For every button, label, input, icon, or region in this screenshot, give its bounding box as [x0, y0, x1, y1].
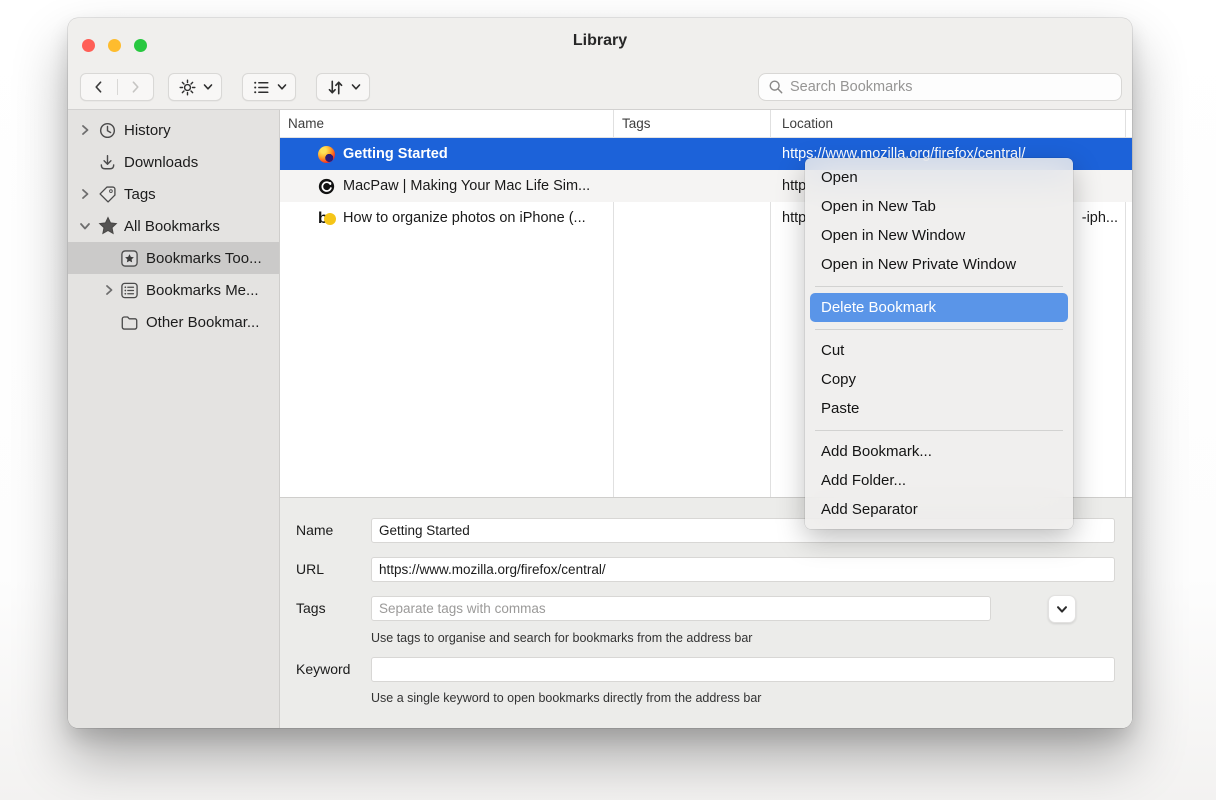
bookmark-name: MacPaw | Making Your Mac Life Sim... — [343, 178, 590, 194]
sidebar: History Downloads Tags — [68, 110, 280, 728]
firefox-favicon-icon — [318, 146, 335, 163]
bookmarks-toolbar-icon — [120, 249, 139, 268]
keyword-help-text: Use a single keyword to open bookmarks d… — [371, 691, 761, 705]
column-header-tags[interactable]: Tags — [622, 116, 651, 131]
tag-icon — [98, 185, 117, 204]
history-nav-group — [80, 73, 154, 101]
sidebar-item-downloads[interactable]: Downloads — [68, 146, 279, 178]
sidebar-item-bookmarks-toolbar[interactable]: Bookmarks Too... — [68, 242, 279, 274]
sort-arrows-icon — [326, 78, 345, 97]
sidebar-item-other-bookmarks[interactable]: Other Bookmar... — [68, 306, 279, 338]
column-header-name[interactable]: Name — [288, 116, 324, 131]
sidebar-item-label: Other Bookmar... — [146, 314, 259, 331]
menu-separator — [815, 430, 1063, 431]
download-icon — [98, 153, 117, 172]
column-header-location[interactable]: Location — [782, 116, 833, 131]
chevron-left-icon — [91, 79, 107, 95]
chevron-right-icon[interactable] — [78, 124, 92, 136]
sidebar-item-all-bookmarks[interactable]: All Bookmarks — [68, 210, 279, 242]
clock-icon — [98, 121, 117, 140]
menu-item-open-new-private-window[interactable]: Open in New Private Window — [805, 250, 1073, 279]
bookmark-location: http — [782, 178, 806, 194]
menu-item-add-separator[interactable]: Add Separator — [805, 495, 1073, 524]
bookmark-name: How to organize photos on iPhone (... — [343, 210, 586, 226]
star-icon — [98, 216, 118, 236]
bookmarks-menu-icon — [120, 281, 139, 300]
folder-icon — [120, 313, 139, 332]
chevron-right-icon[interactable] — [102, 284, 116, 296]
sidebar-item-label: Bookmarks Too... — [146, 250, 262, 267]
keyword-field[interactable] — [371, 657, 1115, 682]
menu-item-open-new-tab[interactable]: Open in New Tab — [805, 192, 1073, 221]
name-field-label: Name — [296, 518, 333, 543]
tags-field[interactable] — [371, 596, 991, 621]
titlebar: Library — [68, 18, 1132, 64]
tags-help-text: Use tags to organise and search for book… — [371, 631, 752, 645]
forward-button[interactable] — [118, 74, 154, 100]
library-window: Library — [68, 18, 1132, 728]
tags-dropdown-button[interactable] — [1048, 595, 1076, 623]
sort-menu-button[interactable] — [316, 73, 370, 101]
chevron-down-icon — [1056, 605, 1068, 614]
bookmark-details-panel: Name URL Tags Use tags to organise and s… — [280, 498, 1132, 728]
window-title: Library — [68, 18, 1132, 64]
chevron-down-icon — [351, 83, 361, 91]
menu-item-copy[interactable]: Copy — [805, 365, 1073, 394]
search-field — [758, 73, 1122, 101]
sidebar-item-bookmarks-menu[interactable]: Bookmarks Me... — [68, 274, 279, 306]
back-button[interactable] — [81, 74, 117, 100]
menu-item-add-folder[interactable]: Add Folder... — [805, 466, 1073, 495]
bookmark-location-start: http — [782, 210, 806, 226]
url-field[interactable] — [371, 557, 1115, 582]
chevron-right-icon — [127, 79, 143, 95]
bookmark-location-end: -iph... — [1082, 210, 1118, 226]
desktop: Library — [0, 0, 1216, 800]
sidebar-item-label: History — [124, 122, 171, 139]
url-field-label: URL — [296, 557, 324, 582]
sidebar-item-label: Bookmarks Me... — [146, 282, 259, 299]
keyword-field-label: Keyword — [296, 657, 350, 682]
sidebar-item-label: Tags — [124, 186, 156, 203]
chevron-down-icon[interactable] — [78, 221, 92, 231]
gear-icon — [178, 78, 197, 97]
bookmark-name: Getting Started — [343, 146, 448, 162]
chevron-right-icon[interactable] — [78, 188, 92, 200]
views-menu-button[interactable] — [242, 73, 296, 101]
menu-separator — [815, 329, 1063, 330]
menu-item-open[interactable]: Open — [805, 163, 1073, 192]
menu-item-delete-bookmark[interactable]: Delete Bookmark — [810, 293, 1068, 322]
organize-menu-button[interactable] — [168, 73, 222, 101]
sidebar-item-label: Downloads — [124, 154, 198, 171]
menu-separator — [815, 286, 1063, 287]
chevron-down-icon — [203, 83, 213, 91]
list-view-icon — [252, 78, 271, 97]
table-header: Name Tags Location — [280, 110, 1132, 138]
menu-item-open-new-window[interactable]: Open in New Window — [805, 221, 1073, 250]
menu-item-cut[interactable]: Cut — [805, 336, 1073, 365]
sidebar-item-label: All Bookmarks — [124, 218, 220, 235]
sidebar-item-history[interactable]: History — [68, 114, 279, 146]
menu-item-paste[interactable]: Paste — [805, 394, 1073, 423]
menu-item-add-bookmark[interactable]: Add Bookmark... — [805, 437, 1073, 466]
sidebar-item-tags[interactable]: Tags — [68, 178, 279, 210]
search-icon — [768, 79, 784, 95]
macpaw-favicon-icon — [318, 178, 335, 195]
context-menu: Open Open in New Tab Open in New Window … — [805, 158, 1073, 529]
tags-field-label: Tags — [296, 596, 326, 621]
chevron-down-icon — [277, 83, 287, 91]
toolbar — [68, 64, 1132, 110]
search-input[interactable] — [790, 79, 1112, 95]
backlight-favicon-icon: b — [318, 210, 335, 227]
